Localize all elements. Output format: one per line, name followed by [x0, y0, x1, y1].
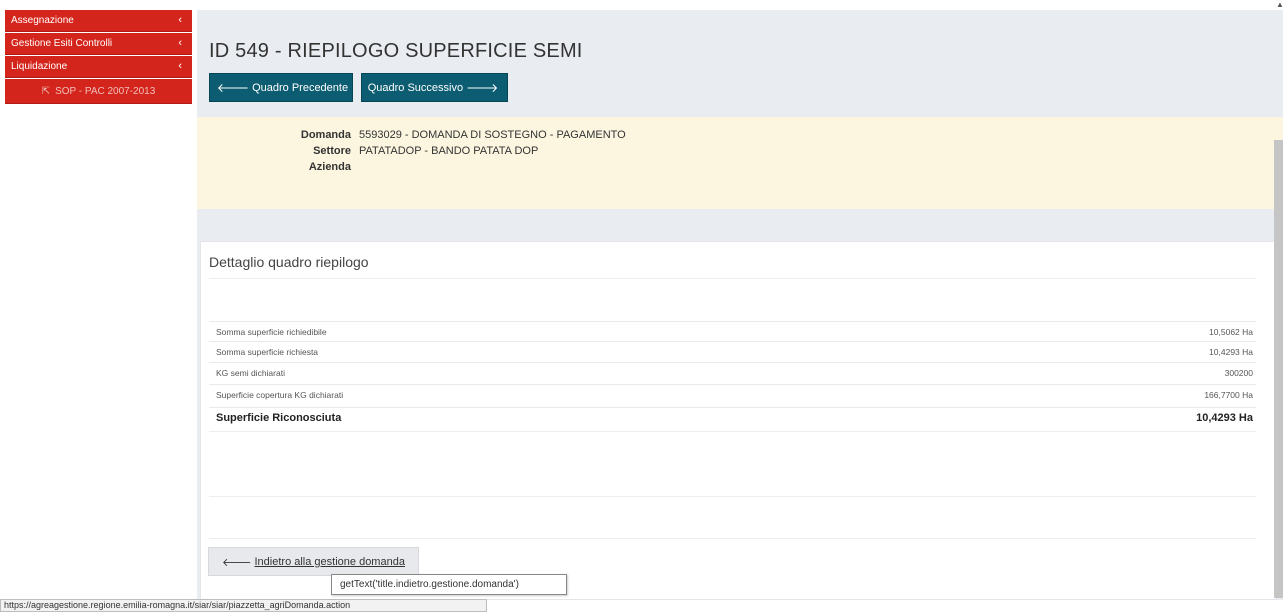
chevron-left-icon: ‹	[178, 14, 182, 26]
domanda-value: 5593029 - DOMANDA DI SOSTEGNO - PAGAMENT…	[359, 129, 626, 141]
previous-section-label: Quadro Precedente	[252, 81, 349, 94]
sidebar-item-label: SOP - PAC 2007-2013	[55, 85, 156, 97]
sidebar-item-label: Assegnazione	[11, 15, 74, 26]
sidebar-item-assegnazione[interactable]: Assegnazione ‹	[5, 10, 192, 32]
status-bar-url: https://agreagestione.regione.emilia-rom…	[0, 599, 487, 612]
table-row: Somma superficie richiedibile 10,5062 Ha	[209, 321, 1256, 341]
table-row: Superficie copertura KG dichiarati 166,7…	[209, 384, 1256, 404]
chevron-left-icon: ‹	[178, 60, 182, 72]
next-section-button[interactable]: Quadro Successivo 🡒	[361, 73, 508, 102]
settore-label: Settore	[313, 145, 351, 157]
table-row: KG semi dichiarati 300200	[209, 362, 1256, 382]
chevron-left-icon: ‹	[178, 37, 182, 49]
external-link-icon: ⇱	[41, 85, 51, 97]
previous-section-button[interactable]: 🡐 Quadro Precedente	[209, 73, 353, 102]
back-button-label: Indietro alla gestione domanda	[254, 555, 405, 568]
domanda-label: Domanda	[300, 129, 351, 141]
azienda-label: Azienda	[308, 161, 351, 173]
sidebar-item-label: Gestione Esiti Controlli	[11, 38, 113, 49]
main-content: ID 549 - RIEPILOGO SUPERFICIE SEMI 🡐 Qua…	[197, 10, 1283, 600]
scroll-up-arrow-icon[interactable]: ▲	[1276, 0, 1283, 9]
row-label: Somma superficie richiedibile	[216, 327, 327, 337]
vertical-scrollbar[interactable]	[1274, 140, 1283, 598]
row-value: 10,5062 Ha	[1209, 327, 1253, 337]
divider	[209, 538, 1256, 539]
sidebar: Assegnazione ‹ Gestione Esiti Controlli …	[0, 0, 193, 612]
table-row: Somma superficie richiesta 10,4293 Ha	[209, 341, 1256, 361]
panel-title: Dettaglio quadro riepilogo	[209, 254, 369, 270]
total-value: 10,4293 Ha	[1196, 412, 1253, 424]
arrow-right-icon: 🡒	[466, 81, 499, 95]
row-label: Superficie copertura KG dichiarati	[216, 390, 344, 400]
row-label: Somma superficie richiesta	[216, 347, 319, 357]
sidebar-item-liquidazione[interactable]: Liquidazione ‹	[5, 56, 192, 78]
divider	[209, 278, 1256, 279]
sidebar-item-sop-pac[interactable]: ⇱ SOP - PAC 2007-2013	[5, 79, 192, 104]
divider	[209, 431, 1256, 432]
back-to-application-button[interactable]: 🡐 Indietro alla gestione domanda	[208, 547, 419, 576]
row-value: 300200	[1224, 368, 1253, 378]
total-label: Superficie Riconosciuta	[216, 412, 342, 424]
arrow-left-icon: 🡐	[216, 81, 250, 95]
page-title: ID 549 - RIEPILOGO SUPERFICIE SEMI	[209, 40, 583, 62]
row-value: 10,4293 Ha	[1209, 347, 1253, 357]
divider	[209, 496, 1256, 497]
row-label: KG semi dichiarati	[216, 368, 285, 378]
total-row: Superficie Riconosciuta 10,4293 Ha	[209, 407, 1256, 430]
tooltip: getText('title.indietro.gestione.domanda…	[331, 574, 567, 595]
settore-value: PATATADOP - BANDO PATATA DOP	[359, 145, 539, 157]
arrow-left-icon: 🡐	[222, 556, 252, 569]
row-value: 166,7700 Ha	[1204, 390, 1253, 400]
next-section-label: Quadro Successivo	[367, 81, 464, 94]
sidebar-item-gestione-esiti-controlli[interactable]: Gestione Esiti Controlli ‹	[5, 33, 192, 55]
sidebar-item-label: Liquidazione	[11, 61, 68, 72]
application-info-box: Domanda 5593029 - DOMANDA DI SOSTEGNO - …	[197, 117, 1283, 209]
